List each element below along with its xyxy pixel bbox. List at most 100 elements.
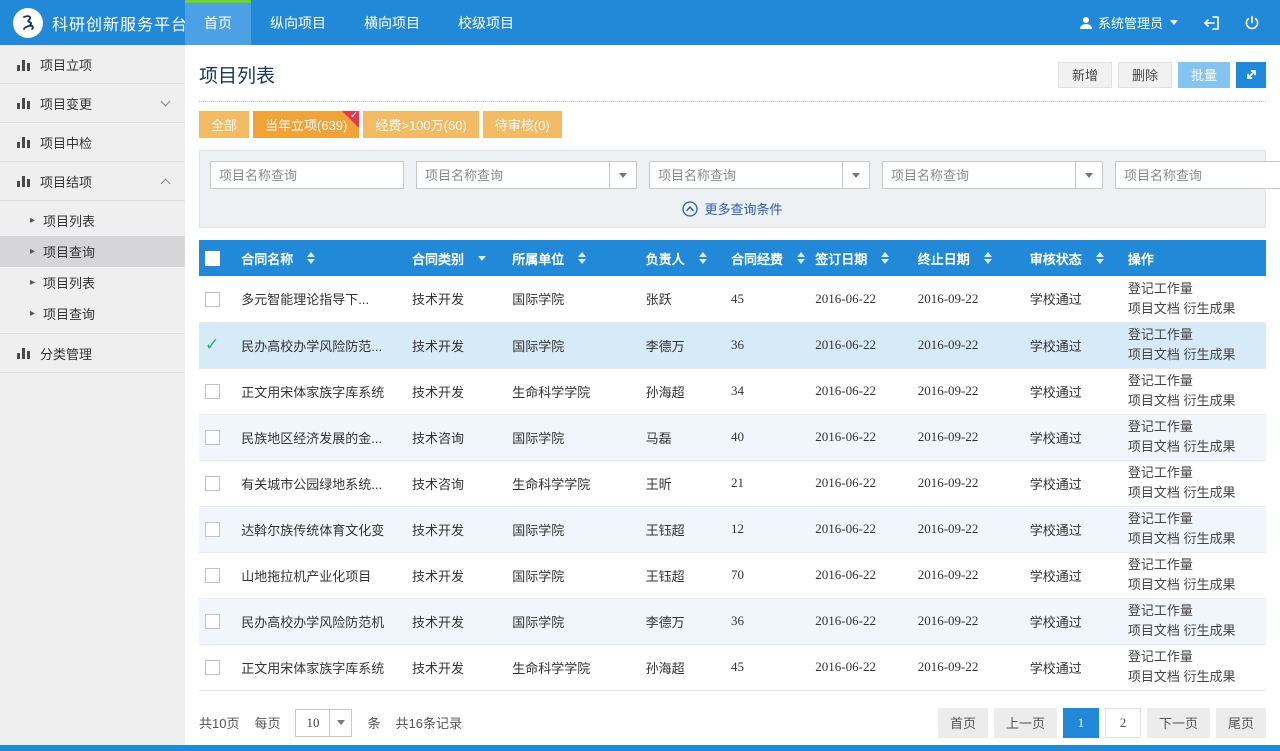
op-register-workload-link[interactable]: 登记工作量	[1128, 327, 1193, 342]
sidebar-subitem[interactable]: ▸ 项目列表	[0, 205, 185, 236]
pagination-button[interactable]: 上一页	[994, 708, 1057, 738]
op-register-workload-link[interactable]: 登记工作量	[1128, 281, 1193, 296]
nav-tab[interactable]: 校级项目	[439, 0, 533, 45]
column-header[interactable]: 合同名称	[235, 240, 406, 276]
sidebar-item[interactable]: 项目结项	[0, 162, 185, 201]
pagination-button[interactable]: 首页	[938, 708, 988, 738]
column-header[interactable]: 审核状态	[1024, 240, 1122, 276]
op-register-workload-link[interactable]: 登记工作量	[1128, 649, 1193, 664]
table-row[interactable]: ✓ 民办高校办学风险防范机 技术开发 国际学院 李德万 36 2016-06-2…	[199, 598, 1266, 644]
column-header[interactable]: 合同经费	[725, 240, 809, 276]
op-project-docs-link[interactable]: 项目文档	[1128, 347, 1180, 362]
sort-icon[interactable]	[984, 252, 992, 264]
search-input[interactable]	[1116, 162, 1280, 188]
row-checkbox[interactable]	[205, 292, 220, 307]
sort-icon[interactable]	[1096, 252, 1104, 264]
expand-button[interactable]	[1236, 62, 1266, 88]
op-derived-results-link[interactable]: 衍生成果	[1184, 301, 1236, 316]
sort-icon[interactable]	[307, 252, 315, 264]
op-derived-results-link[interactable]: 衍生成果	[1184, 393, 1236, 408]
column-header[interactable]: 负责人	[640, 240, 725, 276]
sort-icon[interactable]	[699, 252, 707, 264]
op-derived-results-link[interactable]: 衍生成果	[1184, 669, 1236, 684]
table-row[interactable]: ✓ 正文用宋体家族字库系统 技术开发 生命科学学院 孙海超 45 2016-06…	[199, 644, 1266, 690]
op-derived-results-link[interactable]: 衍生成果	[1184, 577, 1236, 592]
table-row[interactable]: ✓ 民族地区经济发展的金... 技术咨询 国际学院 马磊 40 2016-06-…	[199, 414, 1266, 460]
row-checkbox[interactable]	[205, 522, 220, 537]
op-register-workload-link[interactable]: 登记工作量	[1128, 465, 1193, 480]
column-header[interactable]: 所属单位	[506, 240, 639, 276]
sidebar-item[interactable]: 项目立项	[0, 45, 185, 84]
sort-icon[interactable]	[478, 256, 486, 261]
row-checkbox[interactable]	[205, 660, 220, 675]
op-register-workload-link[interactable]: 登记工作量	[1128, 603, 1193, 618]
sidebar-subitem[interactable]: ▸ 项目查询	[0, 298, 185, 329]
row-checkbox[interactable]	[205, 568, 220, 583]
sort-icon[interactable]	[881, 252, 889, 264]
row-checkbox[interactable]	[205, 430, 220, 445]
nav-tab[interactable]: 横向项目	[345, 0, 439, 45]
op-project-docs-link[interactable]: 项目文档	[1128, 301, 1180, 316]
table-row[interactable]: ✓ 民办高校办学风险防范... 技术开发 国际学院 李德万 36 2016-06…	[199, 322, 1266, 368]
add-button[interactable]: 新增	[1058, 62, 1112, 88]
column-header[interactable]: 终止日期	[912, 240, 1024, 276]
pagination-button[interactable]: 下一页	[1147, 708, 1210, 738]
pagination-button[interactable]: 1	[1063, 708, 1099, 738]
sort-icon[interactable]	[797, 252, 805, 264]
op-register-workload-link[interactable]: 登记工作量	[1128, 511, 1193, 526]
nav-tab[interactable]: 纵向项目	[251, 0, 345, 45]
select-all-checkbox[interactable]	[205, 251, 220, 266]
row-checkbox[interactable]	[205, 476, 220, 491]
row-checkbox[interactable]	[205, 384, 220, 399]
dropdown-caret-icon[interactable]	[842, 162, 869, 188]
sidebar-subitem[interactable]: ▸ 项目列表	[0, 267, 185, 298]
op-project-docs-link[interactable]: 项目文档	[1128, 623, 1180, 638]
table-row[interactable]: ✓ 达斡尔族传统体育文化变 技术开发 国际学院 王钰超 12 2016-06-2…	[199, 506, 1266, 552]
search-field[interactable]	[416, 161, 637, 189]
sidebar-item[interactable]: 分类管理	[0, 334, 185, 373]
per-page-select[interactable]: 10	[295, 709, 352, 737]
search-field[interactable]	[882, 161, 1103, 189]
batch-button[interactable]: 批量	[1178, 62, 1230, 88]
sidebar-subitem[interactable]: ▸ 项目查询	[0, 236, 185, 267]
table-row[interactable]: ✓ 有关城市公园绿地系统... 技术咨询 生命科学学院 王昕 21 2016-0…	[199, 460, 1266, 506]
more-conditions-link[interactable]: 更多查询条件	[682, 199, 782, 218]
green-check-icon[interactable]: ✓	[205, 335, 219, 354]
pagination-button[interactable]: 2	[1105, 708, 1141, 738]
nav-tab[interactable]: 首页	[185, 0, 251, 45]
op-register-workload-link[interactable]: 登记工作量	[1128, 373, 1193, 388]
column-header[interactable]: 合同类别	[406, 240, 506, 276]
pagination-button[interactable]: 尾页	[1216, 708, 1266, 738]
op-project-docs-link[interactable]: 项目文档	[1128, 577, 1180, 592]
dropdown-caret-icon[interactable]	[609, 162, 636, 188]
switch-account-button[interactable]	[1202, 15, 1220, 31]
op-project-docs-link[interactable]: 项目文档	[1128, 669, 1180, 684]
search-input[interactable]	[883, 162, 1075, 188]
op-register-workload-link[interactable]: 登记工作量	[1128, 419, 1193, 434]
op-derived-results-link[interactable]: 衍生成果	[1184, 485, 1236, 500]
search-field[interactable]	[649, 161, 870, 189]
search-field[interactable]	[210, 161, 404, 189]
filter-tab[interactable]: 经费>100万(60)	[363, 111, 478, 138]
column-header[interactable]: 操作	[1122, 240, 1266, 276]
search-input[interactable]	[211, 162, 403, 188]
dropdown-caret-icon[interactable]	[1075, 162, 1102, 188]
op-derived-results-link[interactable]: 衍生成果	[1184, 439, 1236, 454]
table-row[interactable]: ✓ 多元智能理论指导下... 技术开发 国际学院 张跃 45 2016-06-2…	[199, 276, 1266, 322]
search-field[interactable]	[1115, 161, 1280, 189]
op-project-docs-link[interactable]: 项目文档	[1128, 439, 1180, 454]
sort-icon[interactable]	[578, 252, 586, 264]
logout-button[interactable]	[1244, 15, 1260, 31]
search-input[interactable]	[417, 162, 609, 188]
op-register-workload-link[interactable]: 登记工作量	[1128, 557, 1193, 572]
filter-tab[interactable]: 全部	[199, 111, 249, 138]
filter-tab[interactable]: 待审核(0)	[483, 111, 562, 138]
user-menu[interactable]: 系统管理员	[1079, 13, 1178, 32]
search-input[interactable]	[650, 162, 842, 188]
op-derived-results-link[interactable]: 衍生成果	[1184, 347, 1236, 362]
table-row[interactable]: ✓ 山地拖拉机产业化项目 技术开发 国际学院 王钰超 70 2016-06-22…	[199, 552, 1266, 598]
sidebar-item[interactable]: 项目变更	[0, 84, 185, 123]
row-checkbox[interactable]	[205, 614, 220, 629]
op-project-docs-link[interactable]: 项目文档	[1128, 485, 1180, 500]
table-row[interactable]: ✓ 正文用宋体家族字库系统 技术开发 生命科学学院 孙海超 34 2016-06…	[199, 368, 1266, 414]
